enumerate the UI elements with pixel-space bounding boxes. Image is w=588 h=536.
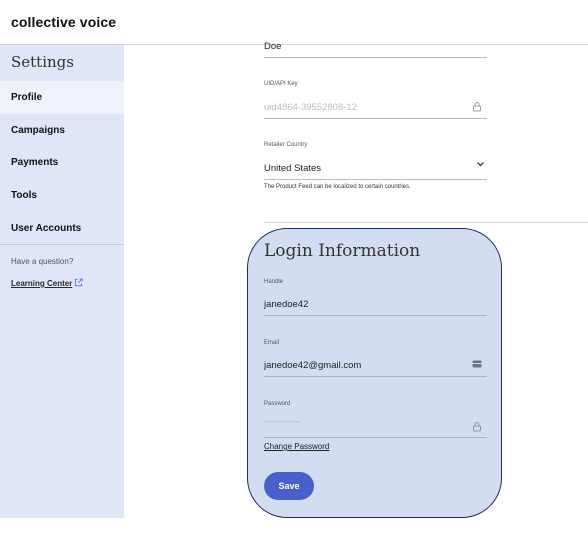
sidebar-item-campaigns[interactable]: Campaigns	[0, 114, 124, 147]
uid-label: UID/API Key	[264, 81, 298, 87]
brand-logo[interactable]: collective voice	[11, 14, 116, 30]
lock-icon	[473, 102, 481, 112]
sidebar-title: Settings	[11, 53, 74, 71]
handle-underline	[264, 315, 487, 316]
country-hint: The Product Feed can be localized to cer…	[264, 184, 411, 190]
profile-form: Doe UID/API Key uid4864-39552808-12 Reta…	[124, 41, 588, 536]
sidebar-item-user-accounts[interactable]: User Accounts	[0, 212, 124, 245]
help-question: Have a question?	[11, 257, 74, 266]
uid-field: uid4864-39552808-12	[264, 102, 357, 113]
card-icon	[472, 360, 482, 368]
chevron-down-icon[interactable]	[476, 160, 485, 168]
external-link-icon	[75, 278, 83, 287]
section-divider	[264, 222, 588, 223]
save-button[interactable]: Save	[264, 472, 314, 500]
settings-sidebar: Settings Profile Campaigns Payments Tool…	[0, 45, 124, 518]
email-underline	[264, 376, 487, 377]
sidebar-item-payments[interactable]: Payments	[0, 146, 124, 179]
password-lock-icon	[473, 422, 481, 432]
sidebar-item-tools[interactable]: Tools	[0, 179, 124, 212]
handle-label: Handle	[264, 279, 284, 285]
email-input[interactable]: janedoe42@gmail.com	[264, 360, 361, 371]
password-input[interactable]: ••••••••••••••	[264, 420, 300, 426]
country-select[interactable]: United States	[264, 163, 321, 174]
password-label: Password	[264, 401, 291, 407]
uid-underline	[264, 118, 487, 119]
handle-input[interactable]: janedoe42	[264, 299, 308, 310]
sidebar-item-profile[interactable]: Profile	[0, 81, 124, 114]
country-label: Retailer Country	[264, 142, 308, 148]
country-underline	[264, 179, 487, 180]
learning-center-link[interactable]: Learning Center	[11, 278, 83, 288]
password-underline	[264, 437, 487, 438]
top-bar: collective voice	[0, 0, 588, 45]
last-name-underline	[264, 57, 487, 58]
email-label: Email	[264, 340, 280, 346]
learning-center-label: Learning Center	[11, 279, 73, 288]
last-name-input[interactable]: Doe	[264, 41, 281, 52]
change-password-link[interactable]: Change Password	[264, 442, 329, 451]
sidebar-divider	[0, 244, 124, 245]
login-information-title: Login Information	[264, 241, 421, 261]
